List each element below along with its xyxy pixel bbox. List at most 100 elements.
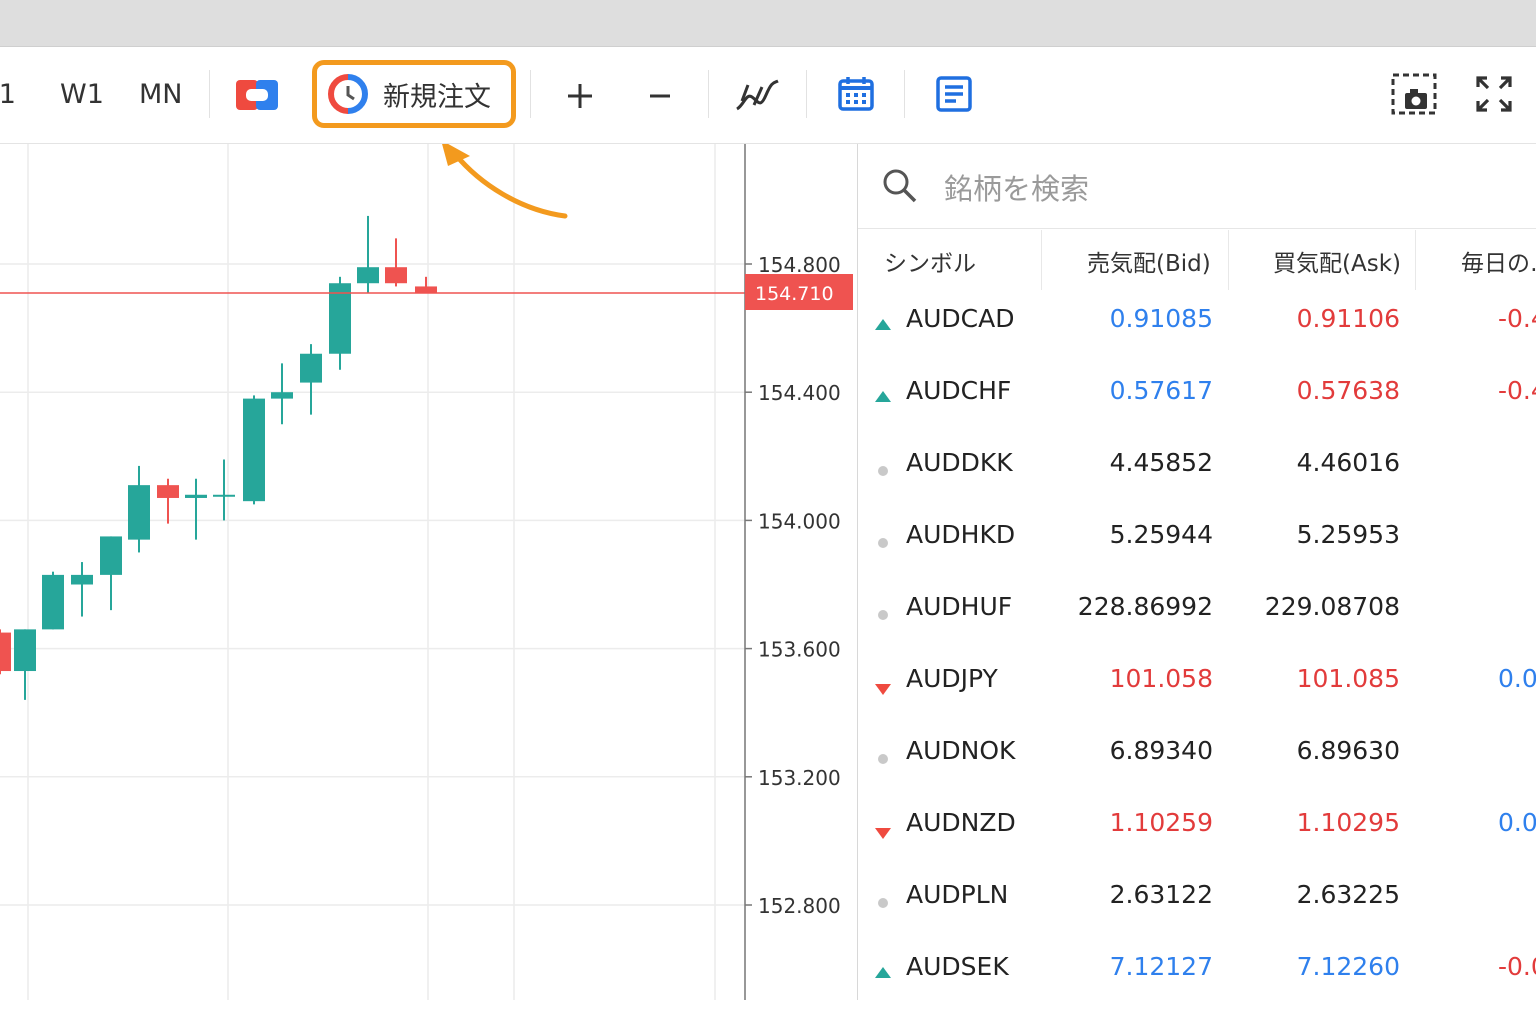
column-bid[interactable]: 売気配(Bid) — [1087, 244, 1211, 278]
column-divider — [1228, 230, 1229, 290]
row-symbol: AUDPLN — [906, 880, 1009, 909]
zoom-in-icon — [568, 84, 592, 108]
price-unchanged-icon — [878, 466, 888, 476]
candle-body — [0, 632, 11, 672]
candlestick-chart[interactable]: 154.800 154.400 154.000 153.600 153.200 152.8… — [0, 140, 855, 1000]
candle — [357, 215, 379, 293]
watchlist-row[interactable]: AUDNZD 1.10259 1.10295 0.0 — [858, 794, 1536, 866]
watchlist-row[interactable]: AUDJPY 101.058 101.085 0.0 — [858, 650, 1536, 722]
screenshot-icon — [1391, 73, 1437, 115]
candle — [128, 465, 150, 553]
candle — [14, 629, 36, 700]
candle — [185, 478, 207, 540]
new-order-label: 新規注文 — [383, 81, 491, 113]
candle — [271, 363, 293, 425]
row-ask: 0.57638 — [1296, 376, 1400, 405]
row-bid: 7.12127 — [1109, 952, 1213, 981]
column-symbol[interactable]: シンボル — [884, 244, 976, 278]
row-daily-change: -0.4 — [1498, 304, 1536, 333]
timeframe-w1[interactable]: W1 — [60, 78, 104, 112]
watchlist-row[interactable]: AUDSEK 7.12127 7.12260 -0.0 — [858, 938, 1536, 1010]
row-bid: 4.45852 — [1109, 448, 1213, 477]
row-daily-change: 0.0 — [1498, 664, 1536, 693]
candle-body — [385, 267, 407, 284]
notes-button[interactable] — [934, 74, 974, 114]
watchlist-row[interactable]: AUDDKK 4.45852 4.46016 — [858, 434, 1536, 506]
candle — [100, 536, 122, 611]
row-symbol: AUDHUF — [906, 592, 1013, 621]
candle-body — [71, 574, 93, 585]
toolbar-separator — [530, 70, 531, 118]
price-up-icon — [875, 967, 891, 978]
timeframe-mn[interactable]: MN — [139, 78, 183, 112]
column-daily-change[interactable]: 毎日の… — [1461, 244, 1536, 278]
fullscreen-button[interactable] — [1474, 74, 1514, 114]
chart-type-button[interactable] — [236, 80, 278, 110]
row-bid: 6.89340 — [1109, 736, 1213, 765]
new-order-button[interactable]: 新規注文 — [312, 60, 516, 128]
calendar-icon — [838, 77, 874, 111]
candle — [300, 344, 322, 415]
candle-body — [157, 485, 179, 498]
candle — [415, 276, 437, 293]
row-ask: 2.63225 — [1296, 880, 1400, 909]
row-ask: 5.25953 — [1296, 520, 1400, 549]
zoom-in-button[interactable] — [562, 78, 598, 114]
price-tick-label: 152.800 — [758, 894, 841, 918]
row-symbol: AUDNOK — [906, 736, 1016, 765]
toolbar-separator — [209, 70, 210, 118]
row-bid: 228.86992 — [1077, 592, 1213, 621]
zoom-out-button[interactable] — [642, 78, 678, 114]
candle-body — [14, 629, 36, 672]
candle — [157, 478, 179, 524]
candle-body — [271, 392, 293, 399]
market-watch-panel: 銘柄を検索 シンボル 売気配(Bid) 買気配(Ask) 毎日の… AUDCAD… — [857, 144, 1536, 1000]
column-divider — [1415, 230, 1416, 290]
candle-body — [128, 485, 150, 540]
row-bid: 2.63122 — [1109, 880, 1213, 909]
candle — [42, 571, 64, 630]
row-symbol: AUDSEK — [906, 952, 1009, 981]
price-unchanged-icon — [878, 754, 888, 764]
candle-body — [213, 494, 235, 497]
row-ask: 1.10295 — [1296, 808, 1400, 837]
timeframe-d1[interactable]: D1 — [0, 78, 16, 112]
watchlist-row[interactable]: AUDCHF 0.57617 0.57638 -0.4 — [858, 362, 1536, 434]
candle — [243, 395, 265, 505]
row-symbol: AUDHKD — [906, 520, 1016, 549]
row-symbol: AUDCAD — [906, 304, 1015, 333]
fullscreen-icon — [1476, 76, 1512, 112]
candle-body — [357, 267, 379, 284]
price-chart[interactable]: 154.800 154.400 154.000 153.600 153.200 152.8… — [0, 140, 855, 1000]
price-axis: 154.800 154.400 154.000 153.600 153.200 152.8… — [745, 253, 841, 918]
candle — [0, 629, 11, 675]
symbol-search[interactable]: 銘柄を検索 — [858, 144, 1536, 229]
row-symbol: AUDNZD — [906, 808, 1016, 837]
search-placeholder[interactable]: 銘柄を検索 — [944, 166, 1089, 208]
candle — [329, 276, 351, 370]
watchlist-row[interactable]: AUDCAD 0.91085 0.91106 -0.4 — [858, 290, 1536, 362]
zoom-out-icon — [650, 94, 670, 98]
indicators-button[interactable] — [734, 74, 780, 116]
column-ask[interactable]: 買気配(Ask) — [1273, 244, 1401, 278]
calendar-button[interactable] — [836, 74, 876, 114]
row-ask: 0.91106 — [1296, 304, 1400, 333]
screenshot-button[interactable] — [1390, 72, 1438, 116]
watchlist-row[interactable]: AUDPLN 2.63122 2.63225 — [858, 866, 1536, 938]
watchlist-row[interactable]: AUDHUF 228.86992 229.08708 — [858, 578, 1536, 650]
search-icon — [883, 169, 917, 203]
candle-body — [415, 286, 437, 293]
row-symbol: AUDDKK — [906, 448, 1013, 477]
row-daily-change: 0.0 — [1498, 808, 1536, 837]
candle — [71, 562, 93, 617]
callout-arrow — [452, 151, 568, 219]
price-down-icon — [875, 684, 891, 695]
row-bid: 101.058 — [1109, 664, 1213, 693]
current-price-label: 154.710 — [755, 283, 834, 305]
candle-body — [100, 536, 122, 575]
toolbar-separator — [708, 70, 709, 118]
candle-body — [42, 574, 64, 630]
price-unchanged-icon — [878, 538, 888, 548]
watchlist-row[interactable]: AUDNOK 6.89340 6.89630 — [858, 722, 1536, 794]
watchlist-row[interactable]: AUDHKD 5.25944 5.25953 — [858, 506, 1536, 578]
